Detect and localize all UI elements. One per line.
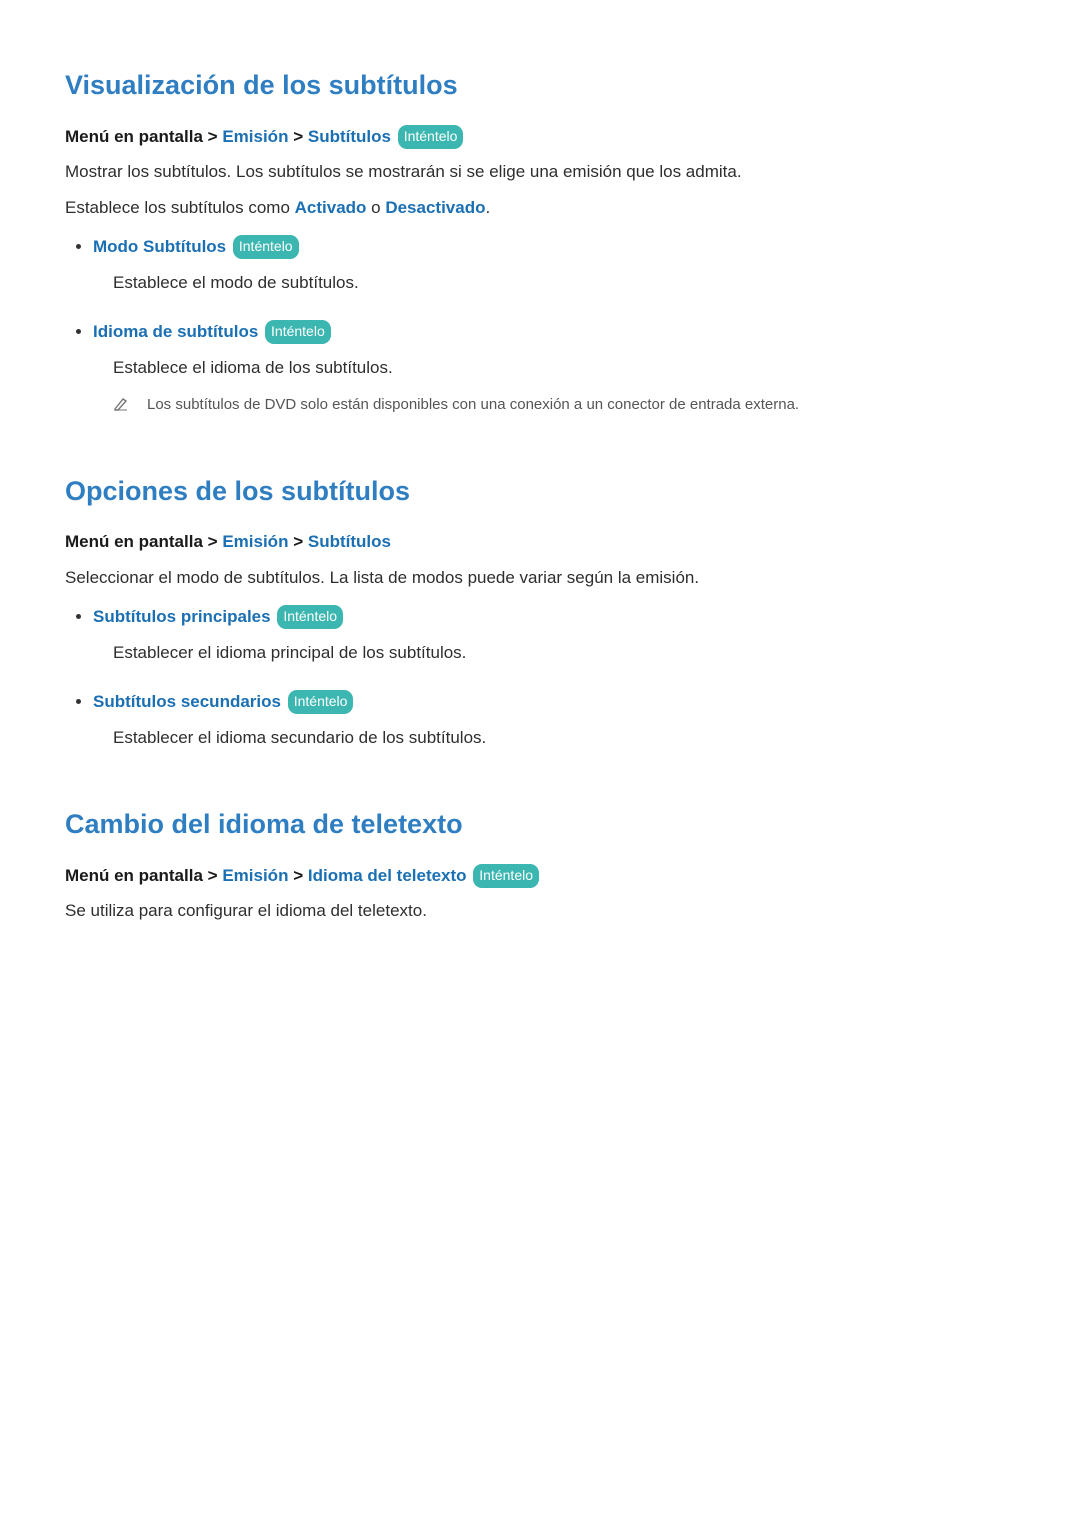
breadcrumb-link[interactable]: Idioma del teletexto xyxy=(308,866,467,885)
breadcrumb-link[interactable]: Emisión xyxy=(222,866,288,885)
option-list: Modo Subtítulos Inténtelo Establece el m… xyxy=(65,234,1015,417)
breadcrumb: Menú en pantalla > Emisión > Idioma del … xyxy=(65,863,1015,889)
body-text: Mostrar los subtítulos. Los subtítulos s… xyxy=(65,159,1015,185)
breadcrumb-root: Menú en pantalla xyxy=(65,532,203,551)
breadcrumb-sep: > xyxy=(208,866,218,885)
try-button[interactable]: Inténtelo xyxy=(398,125,464,149)
option-desc: Establece el modo de subtítulos. xyxy=(113,270,1015,296)
option-title: Idioma de subtítulos xyxy=(93,322,258,341)
breadcrumb: Menú en pantalla > Emisión > Subtítulos … xyxy=(65,124,1015,150)
option-desc: Establecer el idioma secundario de los s… xyxy=(113,725,1015,751)
section-heading: Opciones de los subtítulos xyxy=(65,471,1015,512)
option-title: Modo Subtítulos xyxy=(93,237,226,256)
breadcrumb-link[interactable]: Emisión xyxy=(222,127,288,146)
section-teletext-language: Cambio del idioma de teletexto Menú en p… xyxy=(65,804,1015,924)
list-item: Idioma de subtítulos Inténtelo Establece… xyxy=(93,319,1015,417)
option-list: Subtítulos principales Inténtelo Estable… xyxy=(65,604,1015,750)
note-row: Los subtítulos de DVD solo están disponi… xyxy=(113,394,1015,417)
try-button[interactable]: Inténtelo xyxy=(265,320,331,344)
try-button[interactable]: Inténtelo xyxy=(277,605,343,629)
option-desc: Establecer el idioma principal de los su… xyxy=(113,640,1015,666)
list-item: Subtítulos secundarios Inténtelo Estable… xyxy=(93,689,1015,750)
section-subtitle-options: Opciones de los subtítulos Menú en panta… xyxy=(65,471,1015,751)
body-text: Establece los subtítulos como Activado o… xyxy=(65,195,1015,221)
text-fragment: Establece los subtítulos como xyxy=(65,198,295,217)
breadcrumb-link[interactable]: Subtítulos xyxy=(308,532,391,551)
option-desc: Establece el idioma de los subtítulos. xyxy=(113,355,1015,381)
try-button[interactable]: Inténtelo xyxy=(288,690,354,714)
breadcrumb: Menú en pantalla > Emisión > Subtítulos xyxy=(65,529,1015,555)
list-item: Modo Subtítulos Inténtelo Establece el m… xyxy=(93,234,1015,295)
accent-text: Desactivado xyxy=(385,198,485,217)
text-fragment: o xyxy=(366,198,385,217)
breadcrumb-link[interactable]: Subtítulos xyxy=(308,127,391,146)
breadcrumb-sep: > xyxy=(208,532,218,551)
option-title: Subtítulos secundarios xyxy=(93,692,281,711)
body-text: Se utiliza para configurar el idioma del… xyxy=(65,898,1015,924)
text-fragment: . xyxy=(486,198,491,217)
body-text: Seleccionar el modo de subtítulos. La li… xyxy=(65,565,1015,591)
breadcrumb-sep: > xyxy=(293,127,303,146)
option-title: Subtítulos principales xyxy=(93,607,271,626)
note-text: Los subtítulos de DVD solo están disponi… xyxy=(147,394,799,417)
breadcrumb-root: Menú en pantalla xyxy=(65,866,203,885)
section-heading: Visualización de los subtítulos xyxy=(65,65,1015,106)
accent-text: Activado xyxy=(295,198,367,217)
section-heading: Cambio del idioma de teletexto xyxy=(65,804,1015,845)
section-subtitle-display: Visualización de los subtítulos Menú en … xyxy=(65,65,1015,417)
list-item: Subtítulos principales Inténtelo Estable… xyxy=(93,604,1015,665)
breadcrumb-link[interactable]: Emisión xyxy=(222,532,288,551)
breadcrumb-root: Menú en pantalla xyxy=(65,127,203,146)
breadcrumb-sep: > xyxy=(208,127,218,146)
try-button[interactable]: Inténtelo xyxy=(473,864,539,888)
breadcrumb-sep: > xyxy=(293,866,303,885)
breadcrumb-sep: > xyxy=(293,532,303,551)
pencil-icon xyxy=(113,396,129,412)
try-button[interactable]: Inténtelo xyxy=(233,235,299,259)
